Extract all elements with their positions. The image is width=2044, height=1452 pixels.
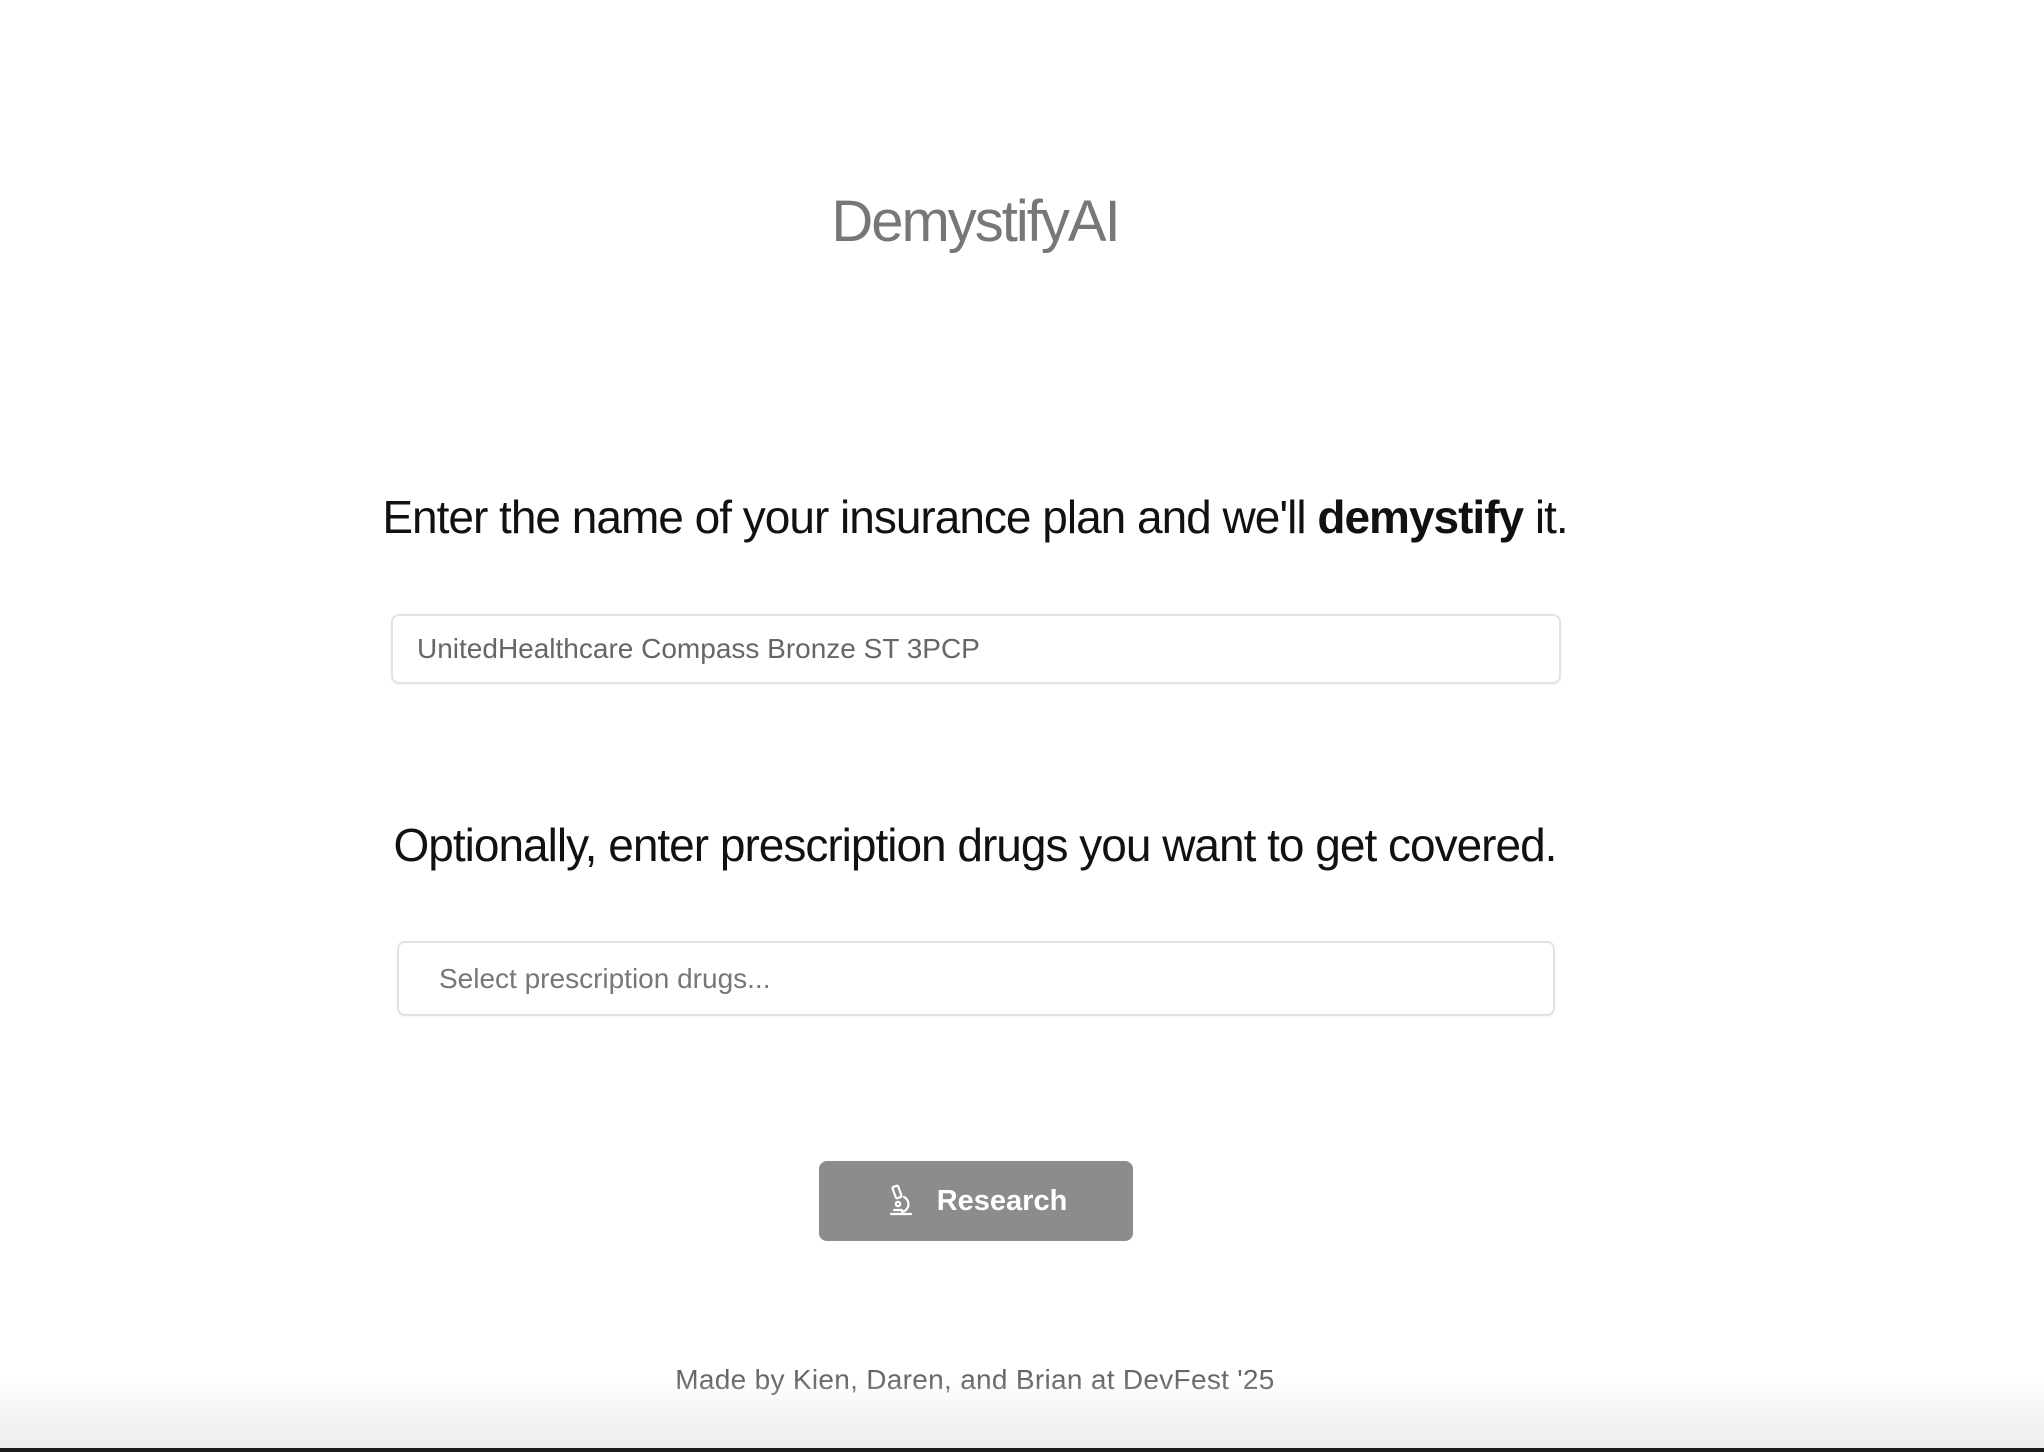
app-root: DemystifyAI Enter the name of your insur… bbox=[0, 0, 2044, 1452]
prescription-drugs-placeholder: Select prescription drugs... bbox=[439, 962, 771, 994]
drugs-heading: Optionally, enter prescription drugs you… bbox=[393, 819, 1558, 871]
research-button[interactable]: Research bbox=[819, 1161, 1133, 1241]
bottom-edge bbox=[0, 1448, 2044, 1452]
plan-heading-prefix: Enter the name of your insurance plan an… bbox=[382, 491, 1318, 543]
research-button-label: Research bbox=[936, 1184, 1068, 1217]
plan-heading-emphasis: demystify bbox=[1317, 491, 1524, 543]
plan-heading: Enter the name of your insurance plan an… bbox=[0, 490, 1950, 544]
insurance-plan-input[interactable] bbox=[391, 614, 1561, 684]
microscope-icon bbox=[885, 1184, 915, 1218]
plan-heading-suffix: it. bbox=[1523, 491, 1569, 543]
prescription-drugs-select[interactable]: Select prescription drugs... bbox=[397, 941, 1555, 1016]
app-logo: DemystifyAI bbox=[831, 189, 1120, 254]
bottom-fade bbox=[0, 1378, 2044, 1448]
